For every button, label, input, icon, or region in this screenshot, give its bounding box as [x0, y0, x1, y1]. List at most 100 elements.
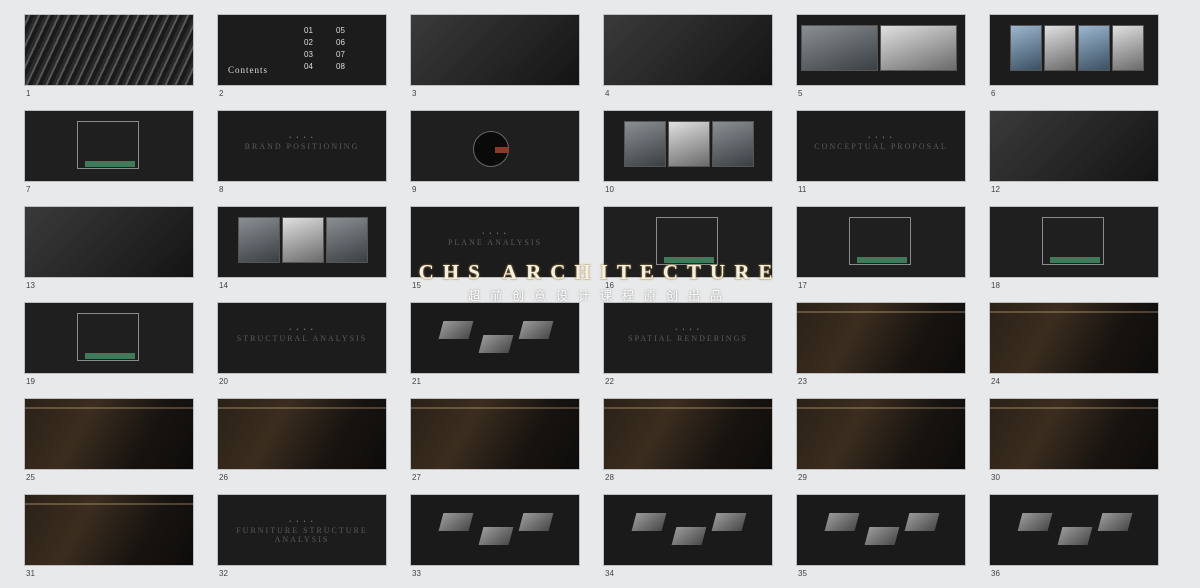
slide-thumbnail[interactable]	[603, 110, 773, 182]
slide-thumbnail[interactable]	[24, 302, 194, 374]
render-light-strip	[797, 407, 965, 409]
slide-thumbnail[interactable]	[217, 206, 387, 278]
slide-thumbnail[interactable]	[796, 14, 966, 86]
slide-thumbnail[interactable]: • • • • FURNITURE STRUCTURE ANALYSIS	[217, 494, 387, 566]
slide-thumbnail[interactable]	[796, 302, 966, 374]
slide-photo	[668, 121, 710, 167]
slide-number: 13	[26, 281, 35, 290]
slide-thumbnail[interactable]: Contents 01 05 02 06 03 07 04 08	[217, 14, 387, 86]
contents-number: 07	[336, 50, 345, 59]
title-ornament: • • • •	[289, 519, 315, 525]
model-block	[438, 321, 474, 339]
model-block	[824, 513, 860, 531]
slide-thumbnail[interactable]: • • • • STRUCTURAL ANALYSIS	[217, 302, 387, 374]
slide-cell: 19	[24, 302, 194, 396]
slide-number: 33	[412, 569, 421, 578]
section-title: STRUCTURAL ANALYSIS	[236, 334, 368, 343]
slide-thumbnail[interactable]	[603, 494, 773, 566]
slide-number: 36	[991, 569, 1000, 578]
slide-photo	[1044, 25, 1076, 71]
title-ornament: • • • •	[289, 135, 315, 141]
slide-thumbnail[interactable]	[410, 398, 580, 470]
floor-plan-accent	[495, 147, 509, 153]
section-title: PLANE ANALYSIS	[447, 238, 543, 247]
model-block	[864, 527, 900, 545]
slide-thumbnail[interactable]	[989, 14, 1159, 86]
slide-thumbnail[interactable]	[989, 110, 1159, 182]
slide-thumbnail[interactable]	[989, 398, 1159, 470]
slide-cell: 25	[24, 398, 194, 492]
floor-plan-accent	[664, 257, 714, 263]
slide-cell: 35	[796, 494, 966, 588]
slide-number: 28	[605, 473, 614, 482]
slide-thumbnail[interactable]	[989, 206, 1159, 278]
slide-cell: 1	[24, 14, 194, 108]
slide-number: 25	[26, 473, 35, 482]
slide-number: 31	[26, 569, 35, 578]
slide-photo	[1112, 25, 1144, 71]
contents-number: 08	[336, 62, 345, 71]
slide-thumbnail[interactable]	[796, 494, 966, 566]
contents-number: 06	[336, 38, 345, 47]
slide-number: 16	[605, 281, 614, 290]
slide-thumbnail[interactable]	[796, 398, 966, 470]
slide-cell: 21	[410, 302, 580, 396]
section-title: CONCEPTUAL PROPOSAL	[814, 142, 948, 151]
slide-number: 9	[412, 185, 417, 194]
model-block	[1017, 513, 1053, 531]
model-block	[1057, 527, 1093, 545]
slide-photo	[880, 25, 957, 71]
model-block	[518, 321, 554, 339]
slide-thumbnail[interactable]	[603, 14, 773, 86]
contents-title: Contents	[228, 65, 269, 75]
slide-cell: • • • • CONCEPTUAL PROPOSAL 11	[796, 110, 966, 204]
slide-cell: 34	[603, 494, 773, 588]
slide-thumbnail[interactable]	[796, 206, 966, 278]
model-block	[711, 513, 747, 531]
slide-cell: 28	[603, 398, 773, 492]
slide-photo	[282, 217, 324, 263]
slide-photo	[238, 217, 280, 263]
slide-number: 12	[991, 185, 1000, 194]
contents-number: 03	[304, 50, 313, 59]
slide-thumbnail[interactable]: • • • • BRAND POSITIONING	[217, 110, 387, 182]
title-ornament: • • • •	[482, 231, 508, 237]
render-light-strip	[25, 407, 193, 409]
model-block	[671, 527, 707, 545]
slide-number: 30	[991, 473, 1000, 482]
slide-thumbnail[interactable]	[24, 110, 194, 182]
slide-number: 23	[798, 377, 807, 386]
slide-thumbnail[interactable]	[603, 206, 773, 278]
slide-thumbnail[interactable]	[989, 302, 1159, 374]
section-title: BRAND POSITIONING	[244, 142, 360, 151]
slide-thumbnail[interactable]	[410, 14, 580, 86]
slide-number: 4	[605, 89, 610, 98]
slide-photo	[326, 217, 368, 263]
render-light-strip	[604, 407, 772, 409]
model-block	[1097, 513, 1133, 531]
render-light-strip	[411, 407, 579, 409]
slide-photo	[1010, 25, 1042, 71]
slide-number: 19	[26, 377, 35, 386]
slide-number: 24	[991, 377, 1000, 386]
slide-thumbnail[interactable]	[410, 110, 580, 182]
render-light-strip	[25, 503, 193, 505]
slide-number: 29	[798, 473, 807, 482]
slide-thumbnail[interactable]: • • • • CONCEPTUAL PROPOSAL	[796, 110, 966, 182]
slide-thumbnail[interactable]	[24, 14, 194, 86]
slide-number: 3	[412, 89, 417, 98]
slide-thumbnail[interactable]	[24, 398, 194, 470]
slide-thumbnail[interactable]	[603, 398, 773, 470]
slide-number: 2	[219, 89, 224, 98]
slide-cell: Contents 01 05 02 06 03 07 04 08 2	[217, 14, 387, 108]
slide-thumbnail[interactable]: • • • • PLANE ANALYSIS	[410, 206, 580, 278]
slide-number: 20	[219, 377, 228, 386]
slide-thumbnail[interactable]	[217, 398, 387, 470]
slide-thumbnail[interactable]	[24, 494, 194, 566]
slide-thumbnail[interactable]: • • • • SPATIAL RENDERINGS	[603, 302, 773, 374]
slide-thumbnail[interactable]	[410, 494, 580, 566]
slide-thumbnail[interactable]	[24, 206, 194, 278]
slide-thumbnail[interactable]	[989, 494, 1159, 566]
slide-thumbnail[interactable]	[410, 302, 580, 374]
slide-number: 1	[26, 89, 31, 98]
